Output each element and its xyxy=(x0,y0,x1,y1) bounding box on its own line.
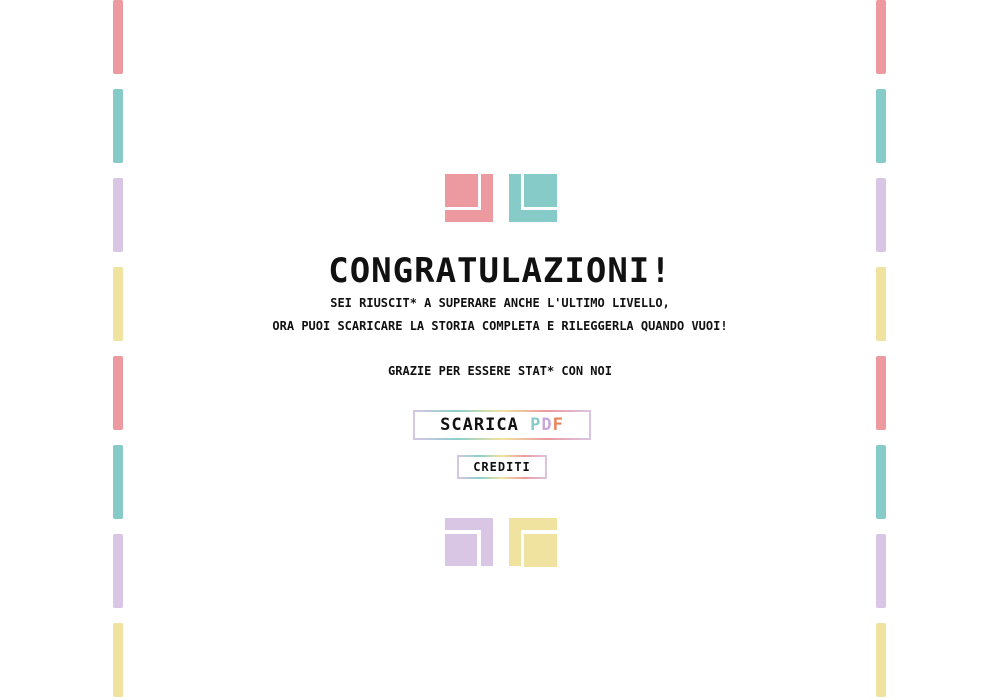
download-pdf-button[interactable]: Scarica PDF xyxy=(413,410,591,440)
square-yellow xyxy=(524,534,557,567)
stripe-segment-pink xyxy=(113,0,123,74)
congratulations-title: Congratulazioni! xyxy=(328,251,672,291)
stripe-segment-lavender xyxy=(876,178,886,252)
stripe-segment-lavender xyxy=(113,534,123,608)
thanks-message: Grazie per essere stat* con noi xyxy=(388,364,612,378)
download-message: ora puoi scaricare la storia completa e … xyxy=(272,319,728,333)
square-teal xyxy=(524,174,557,207)
stripe-segment-teal xyxy=(113,89,123,163)
right-stripe-border xyxy=(876,0,886,700)
pdf-format-label: PDF xyxy=(530,415,564,435)
square-pink xyxy=(445,174,478,207)
stripe-segment-teal xyxy=(876,89,886,163)
download-label: Scarica xyxy=(440,415,519,435)
square-lavender xyxy=(445,534,477,566)
stripe-segment-lavender xyxy=(876,534,886,608)
stripe-segment-pink xyxy=(876,0,886,74)
decorative-squares-top xyxy=(445,174,557,222)
pdf-letter: D xyxy=(541,415,553,435)
decorative-squares-bottom xyxy=(445,518,557,567)
pdf-letter: P xyxy=(530,415,542,435)
completion-message: Sei riuscit* a superare anche l'ultimo l… xyxy=(330,296,670,310)
pdf-letter: F xyxy=(552,415,564,435)
stripe-segment-lavender xyxy=(113,178,123,252)
stripe-segment-yellow xyxy=(113,623,123,697)
stripe-segment-teal xyxy=(113,445,123,519)
stripe-segment-teal xyxy=(876,445,886,519)
credits-button[interactable]: Crediti xyxy=(457,455,547,479)
stripe-segment-yellow xyxy=(876,623,886,697)
left-stripe-border xyxy=(113,0,123,700)
